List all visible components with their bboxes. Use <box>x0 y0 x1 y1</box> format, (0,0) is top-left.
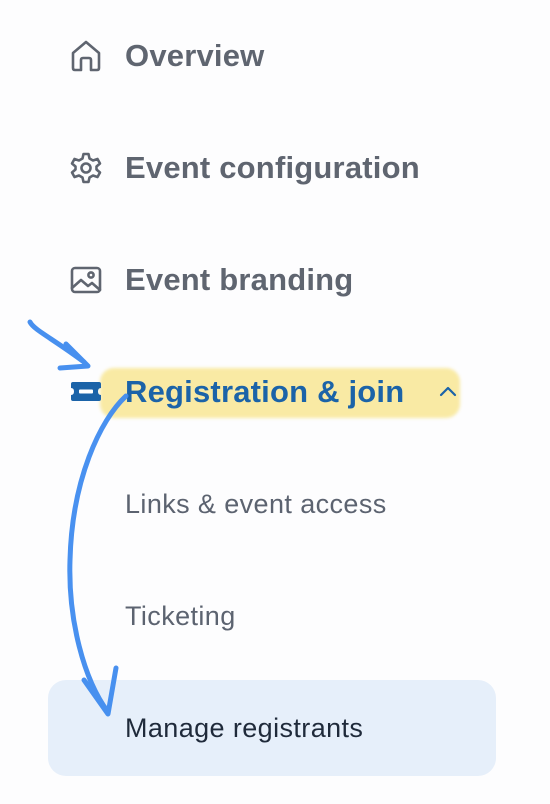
chevron-up-icon[interactable] <box>436 380 460 404</box>
sub-item-label: Manage registrants <box>125 712 364 743</box>
ticket-icon <box>66 372 106 412</box>
sub-item-links-event-access[interactable]: Links & event access <box>0 474 550 534</box>
sub-item-label: Ticketing <box>125 600 236 631</box>
gear-icon <box>66 148 106 188</box>
sidebar-item-overview[interactable]: Overview <box>0 26 550 86</box>
image-icon <box>66 260 106 300</box>
annotation-arrow-long <box>67 393 129 715</box>
sidebar-item-event-branding[interactable]: Event branding <box>0 250 550 310</box>
sidebar-item-event-configuration[interactable]: Event configuration <box>0 138 550 198</box>
sidebar-item-label: Registration & join <box>125 374 405 409</box>
sub-item-label: Links & event access <box>125 488 387 519</box>
sub-item-ticketing[interactable]: Ticketing <box>0 586 550 646</box>
home-icon <box>66 36 106 76</box>
sidebar-item-registration-join[interactable]: Registration & join <box>0 362 550 422</box>
sidebar-item-label: Event branding <box>125 262 354 297</box>
sidebar-item-label: Event configuration <box>125 150 420 185</box>
annotation-arrow-top <box>27 319 87 365</box>
sidebar-item-label: Overview <box>125 38 265 73</box>
sub-item-manage-registrants[interactable]: Manage registrants <box>48 680 496 776</box>
